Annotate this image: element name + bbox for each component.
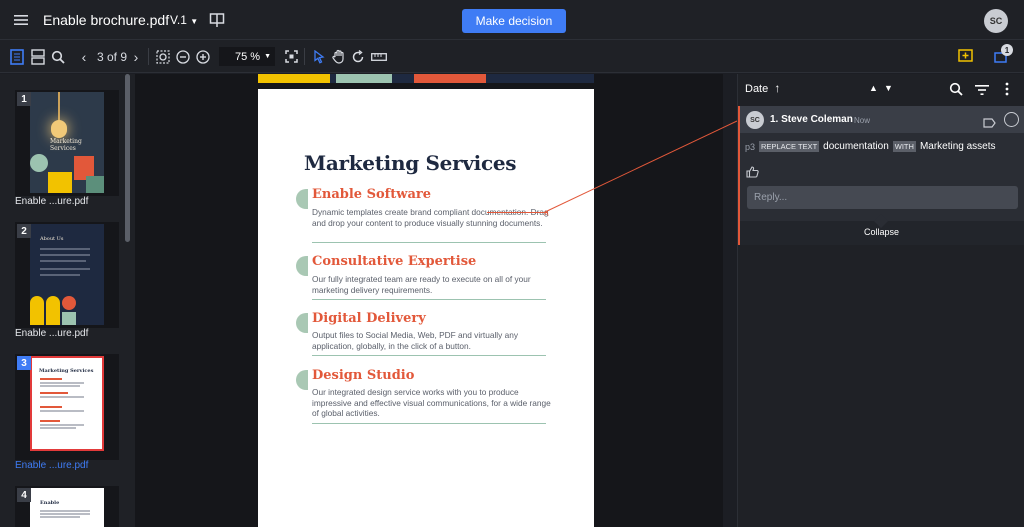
search-icon[interactable] [949,82,963,96]
arrow-up-icon: ↑ [774,81,781,95]
comment-card[interactable]: SC 1. Steve Coleman Now p3 REPLACE TEXT … [738,106,1024,245]
more-options-icon[interactable] [1005,82,1009,96]
sort-dropdown[interactable]: Date ↑ [745,81,780,95]
previous-comment-icon[interactable]: ▲ [869,83,878,93]
collapse-button[interactable]: Collapse [864,227,899,237]
comment-body: p3 REPLACE TEXT documentation WITH Marke… [745,141,996,152]
with-tag: WITH [892,141,916,152]
like-icon[interactable] [746,165,759,178]
tag-icon[interactable] [983,115,996,128]
comment-avatar: SC [746,111,764,129]
sort-label: Date [745,83,769,95]
resolve-status-icon[interactable] [1004,112,1019,127]
replace-text-tag: REPLACE TEXT [759,141,820,152]
next-comment-icon[interactable]: ▼ [884,83,893,93]
new-text: Marketing assets [919,141,996,152]
reply-input[interactable]: Reply... [747,186,1018,209]
page-reference: p3 [745,141,756,152]
comment-author: 1. Steve Coleman [770,114,853,125]
filter-icon[interactable] [975,83,989,95]
old-text: documentation [823,141,889,152]
comment-time: Now [854,116,871,125]
comments-panel: Date ↑ ▲ ▼ SC 1. Steve Coleman Now p3 RE… [737,74,1024,527]
